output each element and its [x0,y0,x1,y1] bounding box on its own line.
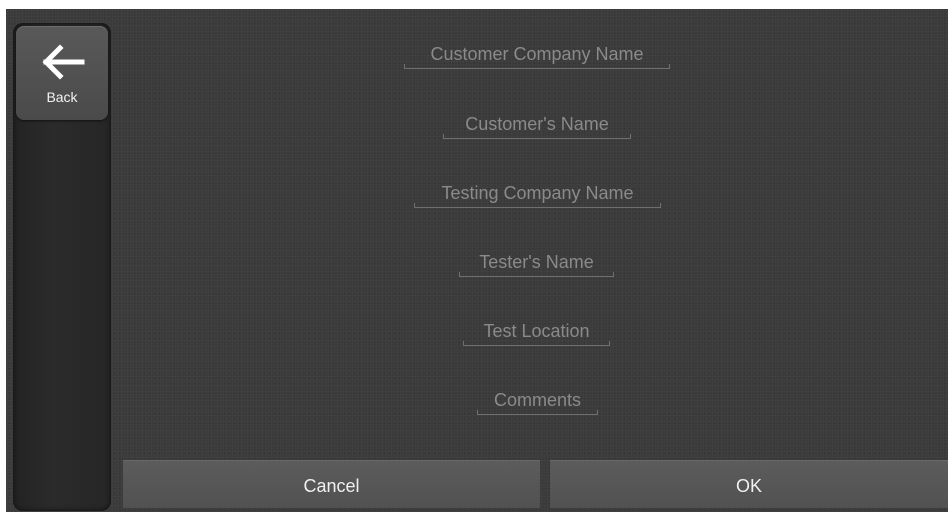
customer-name-placeholder: Customer's Name [465,114,609,134]
comments-placeholder: Comments [493,390,582,410]
test-location-field[interactable]: Test Location [463,319,610,346]
screen: Back Customer Company Name Customer's Na… [0,0,948,515]
customer-company-name-field[interactable]: Customer Company Name [404,42,670,69]
testing-company-name-field[interactable]: Testing Company Name [414,181,661,208]
sidebar: Back [13,23,111,511]
ok-button[interactable]: OK [550,460,948,508]
customer-company-name-placeholder: Customer Company Name [430,44,644,64]
app-window: Back Customer Company Name Customer's Na… [6,9,948,512]
tester-name-field[interactable]: Tester's Name [459,250,614,277]
test-location-placeholder: Test Location [483,321,590,341]
back-label: Back [46,89,78,105]
cancel-button[interactable]: Cancel [123,460,540,508]
testing-company-name-placeholder: Testing Company Name [441,183,634,203]
comments-field[interactable]: Comments [477,388,598,415]
tester-name-placeholder: Tester's Name [479,252,594,272]
customer-name-field[interactable]: Customer's Name [443,112,631,139]
arrow-left-icon [42,44,85,80]
back-button[interactable]: Back [16,26,108,120]
